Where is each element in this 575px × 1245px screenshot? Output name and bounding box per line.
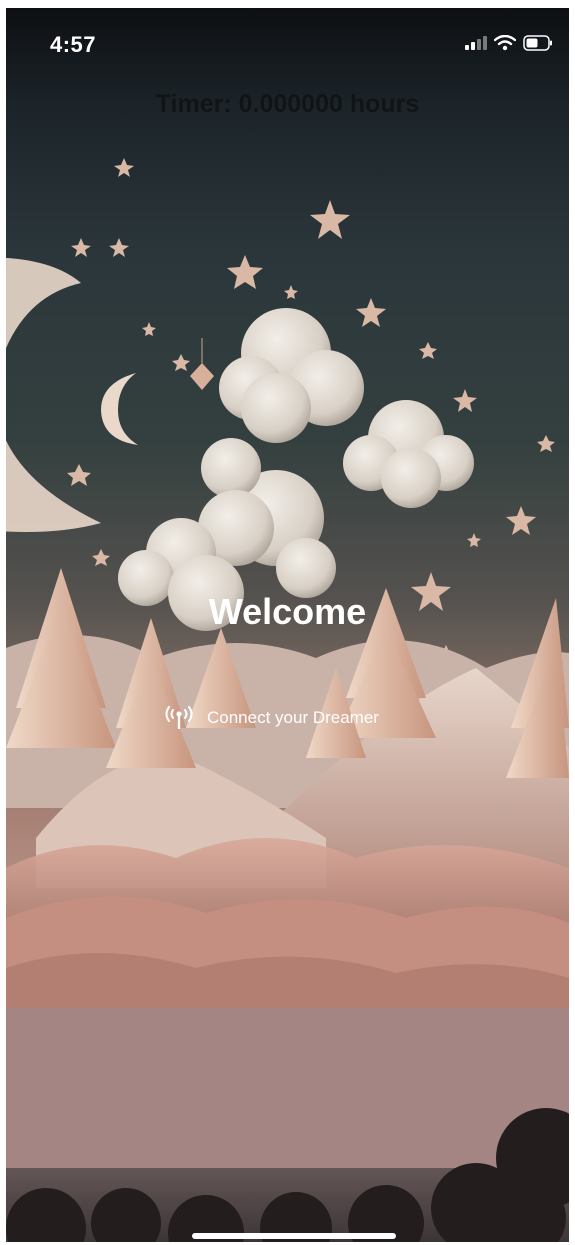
status-bar: 4:57 [6, 8, 569, 78]
status-icons [465, 34, 553, 56]
welcome-title: Welcome [208, 591, 367, 632]
connect-dreamer-button[interactable]: Connect your Dreamer [163, 704, 379, 732]
status-time: 4:57 [50, 32, 97, 57]
home-indicator[interactable] [192, 1233, 396, 1239]
paper-waves [6, 838, 569, 1168]
hanging-lantern [190, 338, 214, 390]
app-screen: 4:57 Timer: 0.000000 hours Welcome Conne… [6, 8, 569, 1242]
large-crescent-moon [6, 257, 101, 532]
clouds [118, 308, 474, 631]
wifi-icon [493, 34, 517, 56]
connect-dreamer-label: Connect your Dreamer [207, 708, 379, 727]
battery-icon [523, 35, 553, 56]
small-crescent-moon [101, 373, 138, 445]
timer-text: Timer: 0.000000 hours [155, 90, 420, 118]
cellular-signal-icon [465, 36, 487, 55]
antenna-broadcast-icon [163, 703, 195, 734]
